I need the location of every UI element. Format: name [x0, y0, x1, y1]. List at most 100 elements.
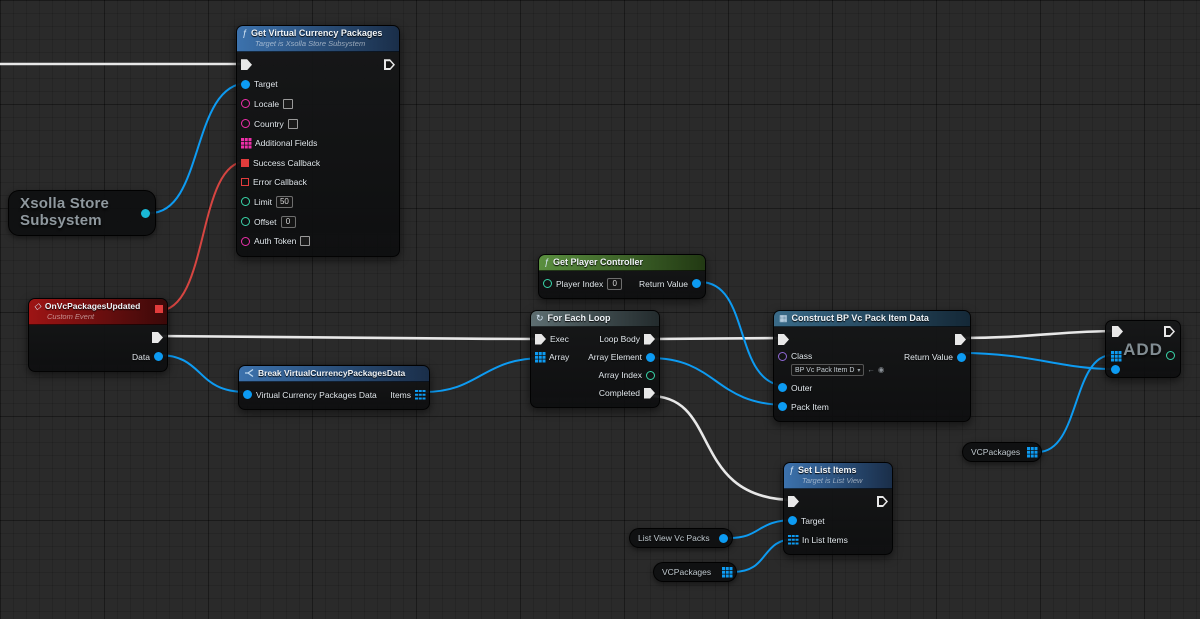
wire-exec-loopbody-to-construct	[650, 338, 787, 339]
completed-exec-pin[interactable]	[644, 388, 655, 399]
function-icon: ƒ	[242, 29, 247, 38]
variable-output-array-pin[interactable]	[722, 567, 732, 577]
construct-icon: ▦	[779, 314, 788, 323]
node-subtitle: Target is List View	[802, 476, 886, 485]
node-get-player-controller[interactable]: ƒ Get Player Controller Player Index0 Re…	[538, 254, 706, 299]
wire-delegate-success-callback	[158, 162, 246, 312]
exec-in-pin[interactable]	[241, 59, 252, 70]
node-set-list-items[interactable]: ƒ Set List Items Target is List View Tar…	[783, 462, 893, 555]
exec-out-pin[interactable]	[1164, 326, 1175, 337]
additional-fields-pin[interactable]	[241, 138, 251, 148]
wire-obj-element-to-packitem	[650, 358, 787, 405]
exec-out-pin[interactable]	[152, 332, 163, 343]
pin-label-class: Class	[791, 351, 812, 361]
node-title: Get Player Controller	[553, 257, 643, 267]
node-title: Break VirtualCurrencyPackagesData	[258, 368, 405, 378]
target-pin[interactable]	[788, 516, 797, 525]
exec-in-pin[interactable]	[788, 496, 799, 507]
new-item-pin[interactable]	[1111, 365, 1120, 374]
pin-label-exec: Exec	[550, 334, 569, 344]
pin-label-return-value: Return Value	[904, 352, 953, 362]
array-pin[interactable]	[535, 352, 545, 362]
delegate-pin[interactable]	[155, 305, 163, 313]
wire-obj-data-to-break	[158, 355, 246, 392]
return-value-pin[interactable]	[692, 279, 701, 288]
class-dropdown-value: BP Vc Pack Item D	[795, 367, 854, 374]
node-xsolla-store-subsystem[interactable]: Xsolla Store Subsystem	[8, 190, 156, 236]
loop-body-exec-pin[interactable]	[644, 334, 655, 345]
locale-checkbox[interactable]	[283, 99, 293, 109]
node-array-add[interactable]: ADD	[1105, 320, 1181, 378]
wire-exec-construct-to-add	[961, 331, 1117, 338]
success-callback-pin[interactable]	[241, 159, 249, 167]
node-get-virtual-currency-packages[interactable]: ƒ Get Virtual Currency Packages Target i…	[236, 25, 400, 257]
blueprint-graph-canvas[interactable]: ƒ Get Virtual Currency Packages Target i…	[0, 0, 1200, 619]
return-value-pin[interactable]	[957, 353, 966, 362]
use-selected-asset-icon[interactable]: ←	[867, 366, 875, 374]
pin-label-auth-token: Auth Token	[254, 236, 296, 246]
node-construct-bp-vc-pack-item-data[interactable]: ▦ Construct BP Vc Pack Item Data Class B…	[773, 310, 971, 422]
player-index-pin[interactable]	[543, 279, 552, 288]
pin-label-player-index: Player Index	[556, 279, 603, 289]
limit-pin[interactable]	[241, 197, 250, 206]
node-title: ADD	[1106, 340, 1180, 360]
node-vcpackages-b[interactable]: VCPackages	[653, 562, 737, 582]
auth-token-pin[interactable]	[241, 237, 250, 246]
browse-asset-icon[interactable]: ◉	[878, 366, 885, 374]
locale-pin[interactable]	[241, 99, 250, 108]
node-break-virtual-currency-packages-data[interactable]: Break VirtualCurrencyPackagesData Virtua…	[238, 365, 430, 410]
node-title: Construct BP Vc Pack Item Data	[792, 313, 929, 323]
pin-label-array-element: Array Element	[588, 352, 642, 362]
player-index-input[interactable]: 0	[607, 278, 622, 290]
wire-obj-xsolla-to-target	[150, 83, 248, 213]
exec-in-pin[interactable]	[778, 334, 789, 345]
variable-title: VCPackages	[662, 567, 711, 577]
country-pin[interactable]	[241, 119, 250, 128]
target-pin[interactable]	[241, 80, 250, 89]
node-on-vc-packages-updated[interactable]: ◇ OnVcPackagesUpdated Custom Event Data	[28, 298, 168, 372]
error-callback-pin[interactable]	[241, 178, 249, 186]
pin-label-outer: Outer	[791, 383, 812, 393]
pin-label-success-callback: Success Callback	[253, 158, 320, 168]
loop-icon: ↻	[536, 314, 544, 323]
data-pin[interactable]	[154, 352, 163, 361]
node-list-view-vc-packs[interactable]: List View Vc Packs	[629, 528, 733, 548]
pin-label-locale: Locale	[254, 99, 279, 109]
offset-pin[interactable]	[241, 217, 250, 226]
pin-label-data: Data	[132, 352, 150, 362]
in-list-items-pin[interactable]	[788, 535, 798, 545]
array-element-pin[interactable]	[646, 353, 655, 362]
exec-in-pin[interactable]	[1112, 326, 1123, 337]
variable-output-pin[interactable]	[719, 534, 728, 543]
event-icon: ◇	[34, 302, 41, 311]
class-dropdown[interactable]: BP Vc Pack Item D ▾	[791, 364, 864, 376]
exec-out-pin[interactable]	[384, 59, 395, 70]
array-index-pin[interactable]	[646, 371, 655, 380]
wire-obj-items-to-array	[424, 358, 544, 392]
items-array-pin[interactable]	[415, 390, 425, 400]
variable-title: VCPackages	[971, 447, 1020, 457]
auth-token-checkbox[interactable]	[300, 236, 310, 246]
exec-in-pin[interactable]	[535, 334, 546, 345]
node-subtitle: Custom Event	[47, 312, 161, 321]
pin-label-items: Items	[390, 390, 411, 400]
exec-out-pin[interactable]	[955, 334, 966, 345]
variable-title: List View Vc Packs	[638, 533, 710, 543]
country-checkbox[interactable]	[288, 119, 298, 129]
limit-value-input[interactable]: 50	[276, 196, 293, 208]
exec-out-pin[interactable]	[877, 496, 888, 507]
offset-value-input[interactable]: 0	[281, 216, 296, 228]
node-for-each-loop[interactable]: ↻ For Each Loop Exec Loop Body Array Arr…	[530, 310, 660, 408]
pin-label-loop-body: Loop Body	[599, 334, 640, 344]
class-pin[interactable]	[778, 352, 787, 361]
variable-output-array-pin[interactable]	[1027, 447, 1037, 457]
function-icon: ƒ	[544, 258, 549, 267]
struct-input-pin[interactable]	[243, 390, 252, 399]
node-title: Get Virtual Currency Packages	[251, 28, 382, 38]
pack-item-pin[interactable]	[778, 402, 787, 411]
pin-label-array: Array	[549, 352, 569, 362]
node-vcpackages-a[interactable]: VCPackages	[962, 442, 1042, 462]
outer-pin[interactable]	[778, 383, 787, 392]
subsystem-output-pin[interactable]	[141, 209, 150, 218]
pin-label-in-list-items: In List Items	[802, 535, 848, 545]
